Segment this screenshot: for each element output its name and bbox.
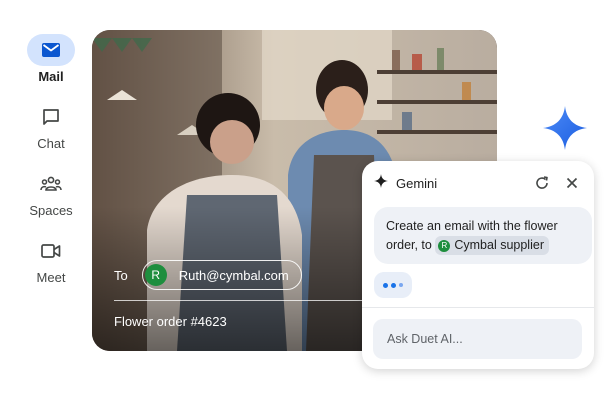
nav-item-spaces[interactable]: Spaces <box>22 168 80 235</box>
gemini-sparkle-icon <box>543 106 587 155</box>
gemini-title: Gemini <box>396 175 438 191</box>
close-icon[interactable] <box>562 173 582 193</box>
gemini-panel: Gemini Create an email with the flower o… <box>362 161 594 369</box>
nav-item-chat[interactable]: Chat <box>22 101 80 168</box>
spaces-icon <box>27 168 75 200</box>
loading-indicator <box>374 272 412 298</box>
supplier-avatar: R <box>438 239 451 252</box>
refresh-icon[interactable] <box>532 173 552 193</box>
nav-label-mail: Mail <box>38 69 64 84</box>
recipient-avatar: R <box>144 264 167 286</box>
recipient-email: Ruth@cymbal.com <box>178 267 289 283</box>
supplier-chip[interactable]: R Cymbal supplier <box>435 236 549 256</box>
to-row: To R Ruth@cymbal.com <box>114 260 302 290</box>
recipient-chip[interactable]: R Ruth@cymbal.com <box>141 260 302 290</box>
supplier-chip-label: Cymbal supplier <box>454 238 544 253</box>
gemini-star-icon <box>374 173 388 193</box>
nav-item-meet[interactable]: Meet <box>22 235 80 302</box>
chat-icon <box>27 101 75 133</box>
nav-label-chat: Chat <box>37 136 65 151</box>
to-label: To <box>114 267 128 283</box>
loading-dot <box>383 282 388 288</box>
side-nav: Mail Chat Spaces Meet <box>22 34 80 302</box>
user-prompt-bubble: Create an email with the flower order, t… <box>374 207 592 265</box>
nav-item-mail[interactable]: Mail <box>22 34 80 101</box>
nav-label-meet: Meet <box>36 270 66 285</box>
loading-dot <box>399 283 403 287</box>
ask-input[interactable]: Ask Duet AI... <box>373 319 582 359</box>
mail-icon <box>27 34 75 66</box>
nav-label-spaces: Spaces <box>29 203 73 218</box>
subject-line[interactable]: Flower order #4623 <box>114 314 227 329</box>
meet-icon <box>27 235 75 267</box>
loading-dot <box>391 282 396 288</box>
gemini-panel-header: Gemini <box>374 173 582 193</box>
input-divider <box>362 307 594 308</box>
